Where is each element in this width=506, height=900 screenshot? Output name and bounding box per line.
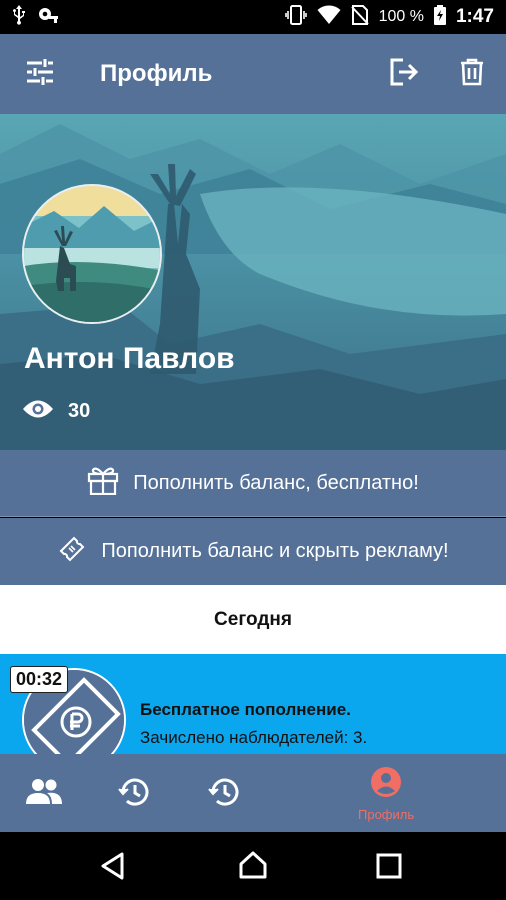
section-title-today: Сегодня (0, 585, 506, 654)
account-circle-icon (370, 766, 402, 803)
nav-item-history[interactable] (118, 777, 150, 812)
people-icon (26, 778, 62, 809)
topup-hide-ads-button[interactable]: Пополнить баланс и скрыть рекламу! (0, 518, 506, 585)
views-count: 30 (68, 400, 91, 422)
nav-label-profile: Профиль (358, 807, 415, 822)
delete-button[interactable] (438, 34, 506, 114)
nav-item-profile[interactable]: Профиль (358, 766, 414, 822)
topup-hide-ads-label: Пополнить баланс и скрыть рекламу! (101, 540, 449, 562)
free-topup-button[interactable]: Пополнить баланс, бесплатно! (0, 450, 506, 517)
back-icon[interactable] (100, 852, 126, 885)
clock: 1:47 (455, 6, 494, 27)
nav-item-users[interactable] (26, 778, 62, 809)
usb-icon (12, 4, 26, 30)
recents-icon[interactable] (376, 853, 402, 884)
home-icon[interactable] (238, 850, 268, 885)
trash-icon (460, 58, 484, 91)
notification-time: 00:32 (10, 666, 69, 693)
gift-icon (87, 465, 119, 501)
vibrate-icon (284, 4, 307, 30)
no-sim-icon (350, 4, 369, 30)
key-icon (38, 5, 60, 30)
page-title: Профиль (100, 60, 213, 87)
avatar-landscape-image (24, 186, 160, 322)
battery-icon (433, 4, 446, 30)
bottom-navigation: Профиль (0, 754, 506, 832)
system-navigation-bar (0, 832, 506, 900)
profile-name: Антон Павлов (24, 342, 235, 375)
nav-item-history-2[interactable] (208, 777, 240, 812)
history-icon (118, 777, 150, 812)
history-icon (208, 777, 240, 812)
profile-header: Антон Павлов 30 (0, 114, 506, 450)
eye-icon (22, 398, 54, 425)
logout-button[interactable] (370, 34, 438, 114)
tune-icon (26, 58, 54, 90)
exit-icon (389, 58, 419, 91)
notification-title: Бесплатное пополнение. (140, 700, 351, 719)
battery-text: 100 % (378, 8, 424, 25)
app-bar: Профиль (0, 34, 506, 114)
views-counter: 30 (22, 398, 90, 425)
free-topup-label: Пополнить баланс, бесплатно! (133, 471, 419, 494)
status-bar: 100 % 1:47 (0, 0, 506, 34)
wifi-icon (317, 5, 341, 30)
list-item[interactable]: 00:32 Бесплатное пополнение. Зачислено н… (0, 654, 506, 754)
avatar[interactable] (22, 184, 162, 324)
filter-button[interactable] (0, 34, 80, 114)
ticket-icon (57, 534, 87, 570)
notification-text: Зачислено наблюдателей: 3. (140, 728, 368, 747)
